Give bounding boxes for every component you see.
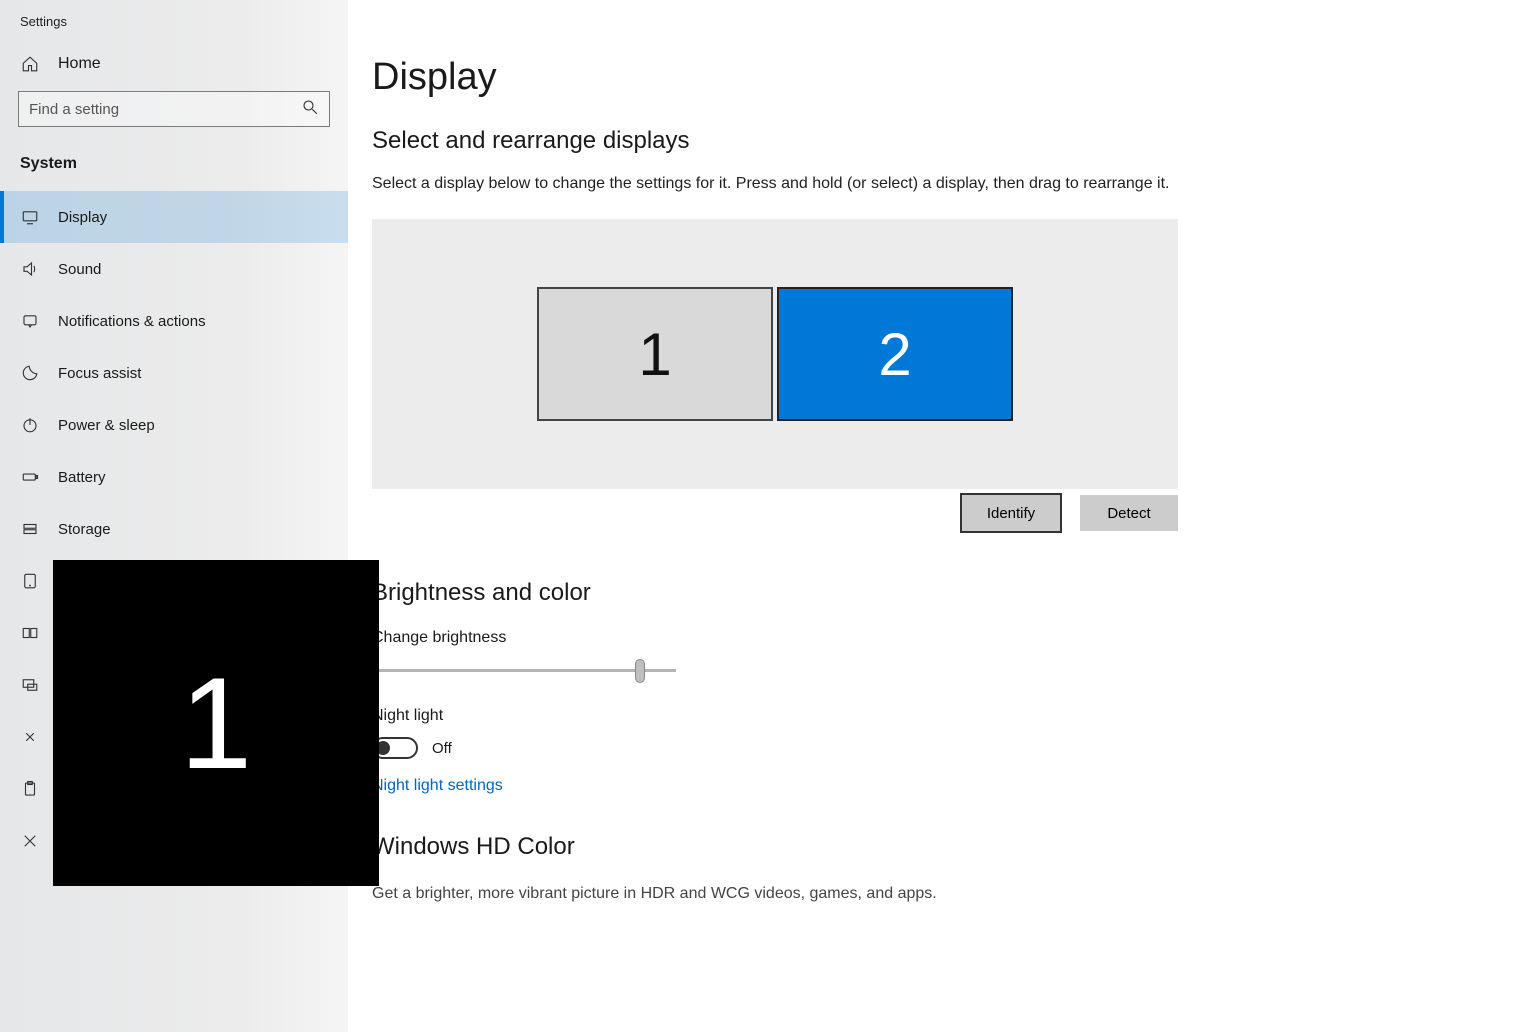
identify-overlay-number: 1 (180, 648, 252, 798)
sidebar-item-notifications[interactable]: Notifications & actions (0, 295, 348, 347)
night-light-state: Off (432, 740, 452, 757)
clipboard-icon (20, 780, 40, 798)
battery-icon (20, 468, 40, 486)
slider-thumb[interactable] (635, 659, 645, 683)
night-light-settings-link[interactable]: Night light settings (372, 777, 503, 795)
shared-icon (20, 728, 40, 746)
sidebar-item-sound[interactable]: Sound (0, 243, 348, 295)
night-light-label: Night light (372, 707, 1508, 725)
brightness-title: Brightness and color (372, 579, 1508, 607)
power-icon (20, 416, 40, 434)
home-icon (20, 55, 40, 73)
brightness-slider[interactable] (372, 659, 676, 683)
storage-icon (20, 520, 40, 538)
identify-overlay: 1 (53, 560, 379, 886)
slider-track (372, 669, 676, 672)
sidebar-item-display[interactable]: Display (0, 191, 348, 243)
sidebar-item-storage[interactable]: Storage (0, 503, 348, 555)
sidebar-item-label: Power & sleep (58, 417, 155, 434)
main-content: Display Select and rearrange displays Se… (348, 0, 1538, 1032)
sound-icon (20, 260, 40, 278)
monitor-tile-1[interactable]: 1 (537, 287, 773, 421)
sidebar-item-power-sleep[interactable]: Power & sleep (0, 399, 348, 451)
page-title: Display (372, 56, 1508, 99)
sidebar-item-battery[interactable]: Battery (0, 451, 348, 503)
search-box[interactable] (18, 91, 330, 127)
identify-button[interactable]: Identify (962, 495, 1060, 531)
notifications-icon (20, 312, 40, 330)
search-input[interactable] (29, 101, 301, 118)
sidebar-home[interactable]: Home (0, 43, 348, 85)
brightness-section: Brightness and color Change brightness N… (372, 579, 1508, 905)
hdr-desc: Get a brighter, more vibrant picture in … (372, 883, 1508, 905)
tablet-icon (20, 572, 40, 590)
project-icon (20, 676, 40, 694)
monitor-tile-2[interactable]: 2 (777, 287, 1013, 421)
sidebar-item-label: Battery (58, 469, 106, 486)
sidebar-item-label: Sound (58, 261, 101, 278)
display-arrange-area[interactable]: 1 2 (372, 219, 1178, 489)
display-icon (20, 208, 40, 226)
sidebar-home-label: Home (58, 55, 101, 73)
sidebar-item-label: Storage (58, 521, 111, 538)
arrange-title: Select and rearrange displays (372, 127, 1508, 155)
search-icon (301, 98, 319, 120)
hdr-title: Windows HD Color (372, 833, 1508, 861)
arrange-desc: Select a display below to change the set… (372, 175, 1508, 193)
sidebar-item-label: Notifications & actions (58, 313, 206, 330)
sidebar-item-focus-assist[interactable]: Focus assist (0, 347, 348, 399)
remote-icon (20, 832, 40, 850)
sidebar-item-label: Focus assist (58, 365, 141, 382)
multitask-icon (20, 624, 40, 642)
detect-button[interactable]: Detect (1080, 495, 1178, 531)
focus-assist-icon (20, 364, 40, 382)
change-brightness-label: Change brightness (372, 629, 1508, 647)
window-title: Settings (0, 8, 348, 43)
sidebar-category: System (0, 145, 348, 191)
sidebar-item-label: Display (58, 209, 107, 226)
